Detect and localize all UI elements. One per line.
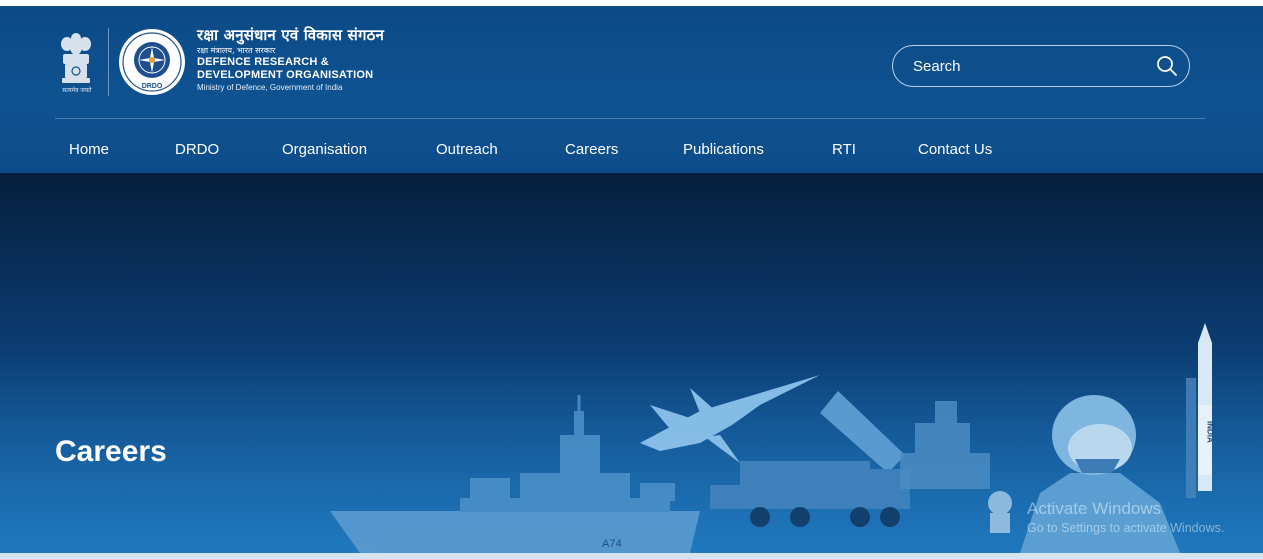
brand-english-name-line1: DEFENCE RESEARCH & <box>197 56 329 68</box>
nav-item-drdo[interactable]: DRDO <box>175 119 219 179</box>
emblem-motto: सत्यमेव जयते <box>62 88 92 94</box>
main-nav: Home DRDO Organisation Outreach Careers … <box>0 119 1263 179</box>
search-button[interactable] <box>1145 46 1189 86</box>
watermark-title: Activate Windows <box>1027 499 1162 518</box>
nav-item-home[interactable]: Home <box>69 119 109 179</box>
brand-divider <box>108 28 109 96</box>
nav-item-outreach[interactable]: Outreach <box>436 119 498 179</box>
drdo-seal-icon: DRDO <box>119 29 185 95</box>
missile-icon <box>1186 323 1212 498</box>
nav-item-careers[interactable]: Careers <box>565 119 618 179</box>
nav-item-contact-us[interactable]: Contact Us <box>918 119 992 179</box>
nav-item-rti[interactable]: RTI <box>832 119 856 179</box>
brand-english-name-line2: DEVELOPMENT ORGANISATION <box>197 69 374 81</box>
watermark-subtitle: Go to Settings to activate Windows. <box>1027 521 1225 535</box>
ship-hull-number: A74 <box>602 538 622 550</box>
brand-hindi-name: रक्षा अनुसंधान एवं विकास संगठन <box>197 26 385 44</box>
search-input[interactable] <box>893 46 1145 86</box>
search-box <box>892 45 1190 87</box>
missile-text: INDIA <box>1206 421 1215 443</box>
hero-defence-illustration: A74 INDIA <box>0 323 1263 553</box>
hero-banner: A74 INDIA Careers Activate Windows Go to… <box>0 173 1263 553</box>
nav-item-organisation[interactable]: Organisation <box>282 119 367 179</box>
activate-windows-watermark: Activate Windows Go to Settings to activ… <box>1027 499 1224 535</box>
brand-logo[interactable]: सत्यमेव जयते DRDO रक्षा अनुसंधान एवं विक… <box>56 25 436 100</box>
brand-ministry: Ministry of Defence, Government of India <box>197 83 343 92</box>
nav-item-publications[interactable]: Publications <box>683 119 764 179</box>
brand-text: रक्षा अनुसंधान एवं विकास संगठन रक्षा मंत… <box>197 25 384 92</box>
brand-hindi-ministry: रक्षा मंत्रालय, भारत सरकार <box>197 46 276 55</box>
site-header: सत्यमेव जयते DRDO रक्षा अनुसंधान एवं विक… <box>0 6 1263 173</box>
page-title: Careers <box>55 435 167 468</box>
search-icon <box>1157 56 1177 76</box>
seal-text: DRDO <box>142 83 163 90</box>
bottom-strip <box>0 553 1263 559</box>
